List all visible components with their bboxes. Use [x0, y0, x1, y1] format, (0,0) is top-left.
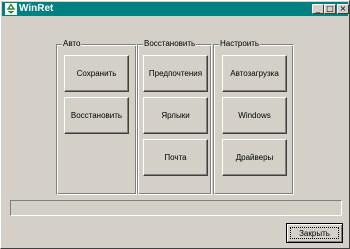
shortcuts-button[interactable]: Ярлыки	[143, 97, 208, 134]
preferences-button[interactable]: Предпочтения	[143, 55, 208, 92]
save-button[interactable]: Сохранить	[64, 55, 129, 92]
minimize-button[interactable]: _	[312, 4, 324, 14]
close-icon: ×	[339, 4, 347, 13]
window-title: WinRet	[19, 3, 54, 14]
maximize-icon: □	[326, 4, 334, 13]
mail-button[interactable]: Почта	[143, 139, 208, 176]
drivers-button[interactable]: Драйверы	[222, 139, 287, 176]
group-configure-label: Настроить	[219, 39, 261, 49]
group-auto-label: Авто	[62, 39, 82, 49]
minimize-icon: _	[316, 4, 320, 13]
restore-button[interactable]: Восстановить	[64, 97, 129, 134]
maximize-button[interactable]: □	[324, 4, 336, 14]
progress-bar	[10, 200, 342, 216]
focus-rectangle	[290, 227, 339, 239]
windows-button[interactable]: Windows	[222, 97, 287, 134]
group-restore-label: Восстановить	[143, 39, 197, 49]
autorun-button[interactable]: Автозагрузка	[222, 55, 287, 92]
title-bar[interactable]: WinRet _ □ ×	[2, 2, 349, 16]
close-window-button[interactable]: ×	[337, 4, 349, 14]
app-window: WinRet _ □ × Авто Восстановить Настроить…	[0, 0, 350, 249]
close-button[interactable]: Закрыть	[286, 223, 343, 243]
recycle-icon	[5, 3, 17, 15]
